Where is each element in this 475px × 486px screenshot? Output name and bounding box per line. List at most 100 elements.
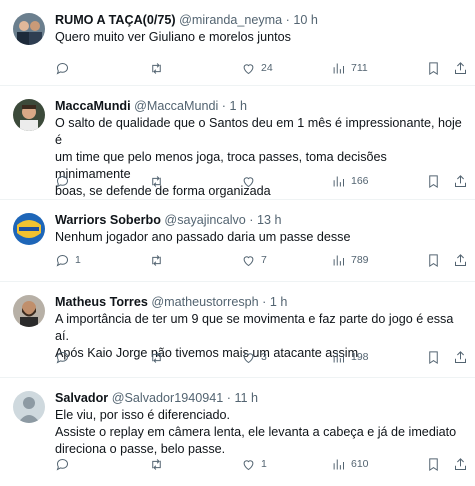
bookmark-icon	[429, 253, 438, 267]
timestamp[interactable]: 13 h	[257, 213, 282, 227]
views-count: 610	[351, 458, 369, 470]
display-name[interactable]: Warriors Soberbo	[55, 213, 161, 227]
share-button[interactable]	[453, 250, 468, 270]
reply-button[interactable]: 1	[55, 250, 81, 270]
user-handle[interactable]: @MaccaMundi	[134, 99, 218, 113]
separator-dot: ·	[285, 13, 290, 27]
tweet-header: Salvador @Salvador1940941 · 11 h	[55, 390, 463, 407]
like-count: 1	[261, 458, 267, 470]
retweet-button[interactable]	[149, 58, 169, 78]
tweet-text-line: Quero muito ver Giuliano e morelos junto…	[55, 30, 291, 44]
reply-feed: RUMO A TAÇA(0/75) @miranda_neyma · 10 h …	[0, 0, 475, 486]
views-count: 166	[351, 175, 369, 187]
views-icon	[333, 63, 344, 73]
like-count: 3	[261, 351, 267, 363]
avatar[interactable]	[13, 295, 45, 327]
tweet-item[interactable]: MaccaMundi @MaccaMundi · 1 h O salto de …	[0, 86, 475, 200]
heart-icon	[243, 63, 254, 74]
like-button[interactable]: 1	[241, 454, 267, 474]
tweet-item[interactable]: Salvador @Salvador1940941 · 11 h Ele viu…	[0, 378, 475, 486]
user-handle[interactable]: @matheustorresph	[151, 295, 258, 309]
share-button[interactable]	[453, 58, 468, 78]
like-button[interactable]	[241, 171, 261, 191]
display-name[interactable]: Salvador	[55, 391, 108, 405]
views-button[interactable]: 166	[331, 171, 369, 191]
separator-dot: ·	[262, 295, 267, 309]
user-handle[interactable]: @sayajincalvo	[164, 213, 245, 227]
display-name[interactable]: RUMO A TAÇA(0/75)	[55, 13, 176, 27]
share-icon	[455, 174, 466, 187]
reply-button[interactable]	[55, 347, 75, 367]
reply-button[interactable]	[55, 454, 75, 474]
retweet-button[interactable]	[149, 347, 169, 367]
views-icon	[333, 352, 344, 362]
tweet-actions: 1 610	[55, 454, 467, 474]
views-button[interactable]: 789	[331, 250, 369, 270]
share-button[interactable]	[453, 347, 468, 367]
views-button[interactable]: 198	[331, 347, 369, 367]
retweet-icon	[152, 458, 161, 470]
avatar[interactable]	[13, 99, 45, 131]
tweet-text-line: A importância de ter um 9 que se movimen…	[55, 312, 454, 343]
share-button[interactable]	[453, 171, 468, 191]
reply-button[interactable]	[55, 171, 75, 191]
bookmark-button[interactable]	[426, 58, 441, 78]
reply-icon	[56, 351, 69, 364]
user-handle[interactable]: @miranda_neyma	[179, 13, 282, 27]
retweet-icon	[152, 351, 161, 363]
views-button[interactable]: 711	[331, 58, 368, 78]
timestamp[interactable]: 10 h	[293, 13, 318, 27]
default-avatar-icon	[13, 391, 45, 423]
bookmark-button[interactable]	[426, 171, 441, 191]
bookmark-button[interactable]	[426, 250, 441, 270]
tweet-actions: 1 7 789	[55, 250, 467, 270]
views-count: 789	[351, 254, 369, 266]
tweet-header: Warriors Soberbo @sayajincalvo · 13 h	[55, 212, 463, 229]
user-handle[interactable]: @Salvador1940941	[112, 391, 224, 405]
retweet-button[interactable]	[149, 454, 169, 474]
like-count: 24	[261, 62, 273, 74]
timestamp[interactable]: 11 h	[234, 391, 258, 405]
heart-icon	[243, 255, 254, 266]
timestamp[interactable]: 1 h	[270, 295, 288, 309]
display-name[interactable]: MaccaMundi	[55, 99, 131, 113]
avatar[interactable]	[13, 13, 45, 45]
like-button[interactable]: 3	[241, 347, 267, 367]
tweet-header: MaccaMundi @MaccaMundi · 1 h	[55, 98, 463, 115]
share-button[interactable]	[453, 454, 468, 474]
avatar[interactable]	[13, 213, 45, 245]
separator-dot: ·	[249, 213, 254, 227]
share-icon	[455, 61, 466, 74]
tweet-text-line: Assiste o replay em câmera lenta, ele le…	[55, 425, 457, 439]
tweet-item[interactable]: Matheus Torres @matheustorresph · 1 h A …	[0, 282, 475, 378]
tweet-text: Ele viu, por isso é diferenciado. Assist…	[55, 407, 463, 458]
retweet-icon	[152, 254, 161, 266]
display-name[interactable]: Matheus Torres	[55, 295, 148, 309]
tweet-text: Quero muito ver Giuliano e morelos junto…	[55, 29, 463, 46]
retweet-button[interactable]	[149, 250, 169, 270]
bookmark-icon	[429, 457, 438, 471]
bookmark-icon	[429, 174, 438, 188]
views-button[interactable]: 610	[331, 454, 369, 474]
views-icon	[333, 459, 344, 469]
timestamp[interactable]: 1 h	[229, 99, 247, 113]
avatar[interactable]	[13, 391, 45, 423]
heart-icon	[243, 352, 254, 363]
reply-icon	[56, 62, 69, 75]
tweet-text-line: Ele viu, por isso é diferenciado.	[55, 408, 231, 422]
like-button[interactable]: 24	[241, 58, 273, 78]
like-button[interactable]: 7	[241, 250, 267, 270]
bookmark-button[interactable]	[426, 454, 441, 474]
tweet-header: RUMO A TAÇA(0/75) @miranda_neyma · 10 h	[55, 12, 463, 29]
tweet-item[interactable]: RUMO A TAÇA(0/75) @miranda_neyma · 10 h …	[0, 0, 475, 86]
reply-icon	[56, 254, 69, 267]
reply-button[interactable]	[55, 58, 75, 78]
tweet-header: Matheus Torres @matheustorresph · 1 h	[55, 294, 463, 311]
tweet-item[interactable]: Warriors Soberbo @sayajincalvo · 13 h Ne…	[0, 200, 475, 282]
tweet-text-line: O salto de qualidade que o Santos deu em…	[55, 116, 462, 147]
retweet-button[interactable]	[149, 171, 169, 191]
bookmark-button[interactable]	[426, 347, 441, 367]
views-icon	[333, 176, 344, 186]
tweet-text-line: Nenhum jogador ano passado daria um pass…	[55, 230, 351, 244]
tweet-text: Nenhum jogador ano passado daria um pass…	[55, 229, 463, 246]
